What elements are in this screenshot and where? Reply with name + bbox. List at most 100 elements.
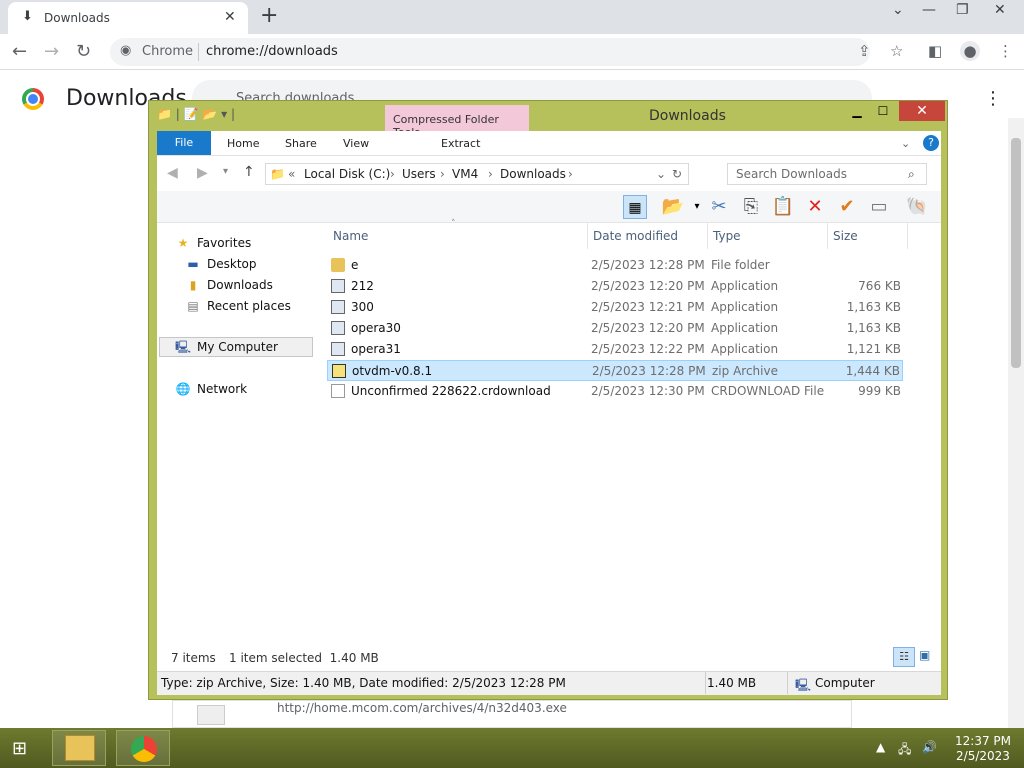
address-dropdown-icon[interactable]: ⌄ (656, 167, 666, 181)
bookmark-star-icon[interactable]: ☆ (890, 42, 903, 60)
tab-view[interactable]: View (343, 137, 369, 150)
explorer-close-button[interactable]: ✕ (899, 101, 945, 121)
computer-icon: 🖳 (175, 340, 192, 354)
delete-icon[interactable]: ✕ (803, 195, 827, 219)
help-icon[interactable]: ? (923, 135, 939, 151)
path-users[interactable]: Users (402, 167, 436, 181)
refresh-icon[interactable]: ↻ (672, 167, 682, 181)
explorer-maximize-button[interactable]: ☐ (871, 101, 895, 121)
back-arrow-icon[interactable]: ◀ (167, 165, 178, 181)
column-divider[interactable] (707, 223, 708, 249)
tab-extract[interactable]: Extract (441, 137, 480, 150)
paste-icon[interactable]: 📋 (771, 195, 795, 219)
file-row-opera30[interactable]: opera30 2/5/2023 12:20 PM Application 1,… (327, 318, 903, 339)
path-downloads[interactable]: Downloads (500, 167, 566, 181)
minimize-button[interactable]: — (922, 2, 936, 18)
path-separator-icon[interactable]: › (390, 167, 395, 181)
cut-icon[interactable]: ✂ (707, 195, 731, 219)
clock-time: 12:37 PM (955, 734, 1011, 748)
page-scrollbar[interactable] (1008, 118, 1024, 730)
back-icon[interactable]: ← (12, 40, 27, 64)
details-view-icon[interactable]: ☷ (893, 647, 915, 667)
nav-desktop[interactable]: ▬ Desktop (185, 254, 256, 274)
windows-start-icon[interactable]: ⊞ (12, 738, 27, 759)
clock[interactable]: 12:37 PM 2/5/2023 (948, 734, 1018, 764)
network-tray-icon[interactable]: 🖧 (898, 740, 911, 761)
show-hidden-icons-icon[interactable]: ▲ (876, 740, 885, 754)
path-local-disk[interactable]: Local Disk (C:) (304, 167, 390, 181)
explorer-address-bar[interactable]: 📁 « Local Disk (C:) › Users › VM4 › Down… (265, 163, 689, 185)
close-tab-icon[interactable]: ✕ (224, 9, 236, 25)
volume-icon[interactable]: 🔊 (922, 740, 937, 754)
forward-arrow-icon[interactable]: ▶ (197, 165, 208, 181)
scrollbar-thumb[interactable] (1011, 138, 1021, 368)
large-icons-view-icon[interactable]: ▣ (919, 648, 930, 662)
compressed-folder-tools-tab[interactable]: Compressed Folder Tools (385, 105, 529, 139)
column-name[interactable]: Name (333, 229, 368, 243)
copy-icon[interactable]: ⎘ (739, 195, 763, 219)
download-url-link[interactable]: http://home.mcom.com/archives/4/n32d403.… (277, 701, 567, 715)
nav-network[interactable]: 🌐 Network (175, 379, 248, 399)
close-window-button[interactable]: ✕ (994, 2, 1006, 18)
properties-folder-icon[interactable]: 📂 (661, 195, 685, 219)
tab-search-icon[interactable]: ⌄ (892, 2, 904, 18)
explorer-titlebar[interactable]: 📁 | 📝 📂 ▾ | Compressed Folder Tools Down… (149, 101, 947, 139)
up-arrow-icon[interactable]: ↑ (243, 164, 255, 180)
forward-icon[interactable]: → (44, 40, 59, 64)
path-separator-icon[interactable]: › (440, 167, 445, 181)
explorer-minimize-button[interactable]: ▁ (845, 101, 869, 121)
download-entry: http://home.mcom.com/archives/4/n32d403.… (172, 700, 852, 728)
nav-downloads[interactable]: ▮ Downloads (185, 275, 273, 295)
search-icon[interactable]: ⌕ (908, 167, 915, 182)
details-divider (705, 672, 706, 694)
explorer-search-input[interactable]: Search Downloads ⌕ (727, 163, 927, 185)
column-divider[interactable] (587, 223, 588, 249)
path-separator-icon[interactable]: › (568, 167, 573, 181)
file-type: Application (711, 279, 779, 293)
share-icon[interactable]: ⇪ (858, 42, 871, 60)
nav-computer-label: My Computer (197, 340, 278, 354)
tab-file[interactable]: File (157, 131, 211, 155)
recent-locations-icon[interactable]: ▾ (223, 166, 228, 177)
column-date[interactable]: Date modified (593, 229, 678, 243)
column-size[interactable]: Size (833, 229, 858, 243)
new-tab-button[interactable]: + (260, 4, 278, 28)
file-row-212[interactable]: 212 2/5/2023 12:20 PM Application 766 KB (327, 276, 903, 297)
file-row-e[interactable]: e 2/5/2023 12:28 PM File folder (327, 255, 903, 276)
shell-icon[interactable]: 🐚 (905, 195, 929, 219)
zip-archive-icon (332, 364, 346, 378)
quick-access-toolbar-icon[interactable]: 📁 | 📝 📂 ▾ | (157, 107, 235, 121)
ribbon-expand-icon[interactable]: ⌄ (901, 137, 910, 150)
reload-icon[interactable]: ↻ (76, 40, 91, 64)
profile-avatar-icon[interactable]: ● (960, 41, 980, 61)
file-row-opera31[interactable]: opera31 2/5/2023 12:22 PM Application 1,… (327, 339, 903, 360)
file-row-otvdm[interactable]: otvdm-v0.8.1 2/5/2023 12:28 PM zip Archi… (327, 360, 903, 381)
address-bar[interactable]: ◉ Chrome chrome://downloads (110, 38, 870, 66)
rename-icon[interactable]: ▭ (867, 195, 891, 219)
nav-recent-places[interactable]: ▤ Recent places (185, 296, 291, 316)
path-separator-icon[interactable]: › (488, 167, 493, 181)
tab-home[interactable]: Home (227, 137, 259, 150)
column-type[interactable]: Type (713, 229, 741, 243)
tab-downloads[interactable]: ⬇ Downloads ✕ (8, 2, 248, 34)
tab-share[interactable]: Share (285, 137, 317, 150)
overflow-chevron-icon[interactable]: « (288, 167, 295, 181)
downloads-menu-icon[interactable]: ⋮ (984, 88, 1002, 109)
properties-dropdown-icon[interactable]: ▾ (685, 195, 709, 219)
taskbar-explorer-button[interactable] (52, 730, 106, 766)
menu-kebab-icon[interactable]: ⋮ (998, 42, 1013, 60)
file-row-300[interactable]: 300 2/5/2023 12:21 PM Application 1,163 … (327, 297, 903, 318)
column-divider[interactable] (827, 223, 828, 249)
file-row-crdownload[interactable]: Unconfirmed 228622.crdownload 2/5/2023 1… (327, 381, 903, 402)
url-text[interactable]: chrome://downloads (206, 44, 338, 59)
preview-pane-icon[interactable]: ▦ (623, 195, 647, 219)
restore-button[interactable]: ❐ (956, 2, 969, 18)
check-icon[interactable]: ✔ (835, 195, 859, 219)
path-vm4[interactable]: VM4 (452, 167, 478, 181)
column-divider[interactable] (907, 223, 908, 249)
nav-favorites[interactable]: ★ Favorites (175, 233, 252, 253)
network-icon: 🌐 (175, 382, 191, 396)
nav-my-computer[interactable]: 🖳 My Computer (175, 337, 278, 357)
side-panel-icon[interactable]: ◧ (928, 42, 942, 60)
taskbar-chrome-button[interactable] (116, 730, 170, 766)
